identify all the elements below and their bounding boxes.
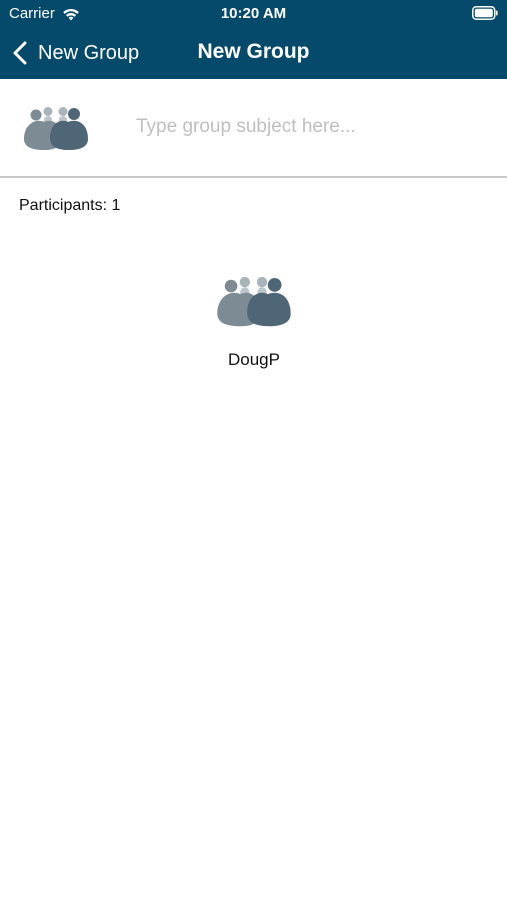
- group-avatar-icon[interactable]: [22, 104, 90, 152]
- status-bar: Carrier 10:20 AM: [0, 0, 507, 28]
- participant-item[interactable]: DougP: [204, 273, 304, 370]
- participants-count-label: Participants: 1: [19, 197, 121, 214]
- top-bar: Carrier 10:20 AM New Group New Group: [0, 0, 507, 79]
- group-subject-input[interactable]: [136, 109, 476, 145]
- navigation-bar: New Group New Group: [0, 28, 507, 79]
- status-time: 10:20 AM: [220, 5, 287, 22]
- battery-icon: [472, 6, 498, 20]
- group-avatar-icon: [217, 276, 291, 327]
- group-subject-row: [0, 79, 507, 178]
- participant-name: DougP: [228, 350, 280, 369]
- page-title: New Group: [197, 40, 310, 63]
